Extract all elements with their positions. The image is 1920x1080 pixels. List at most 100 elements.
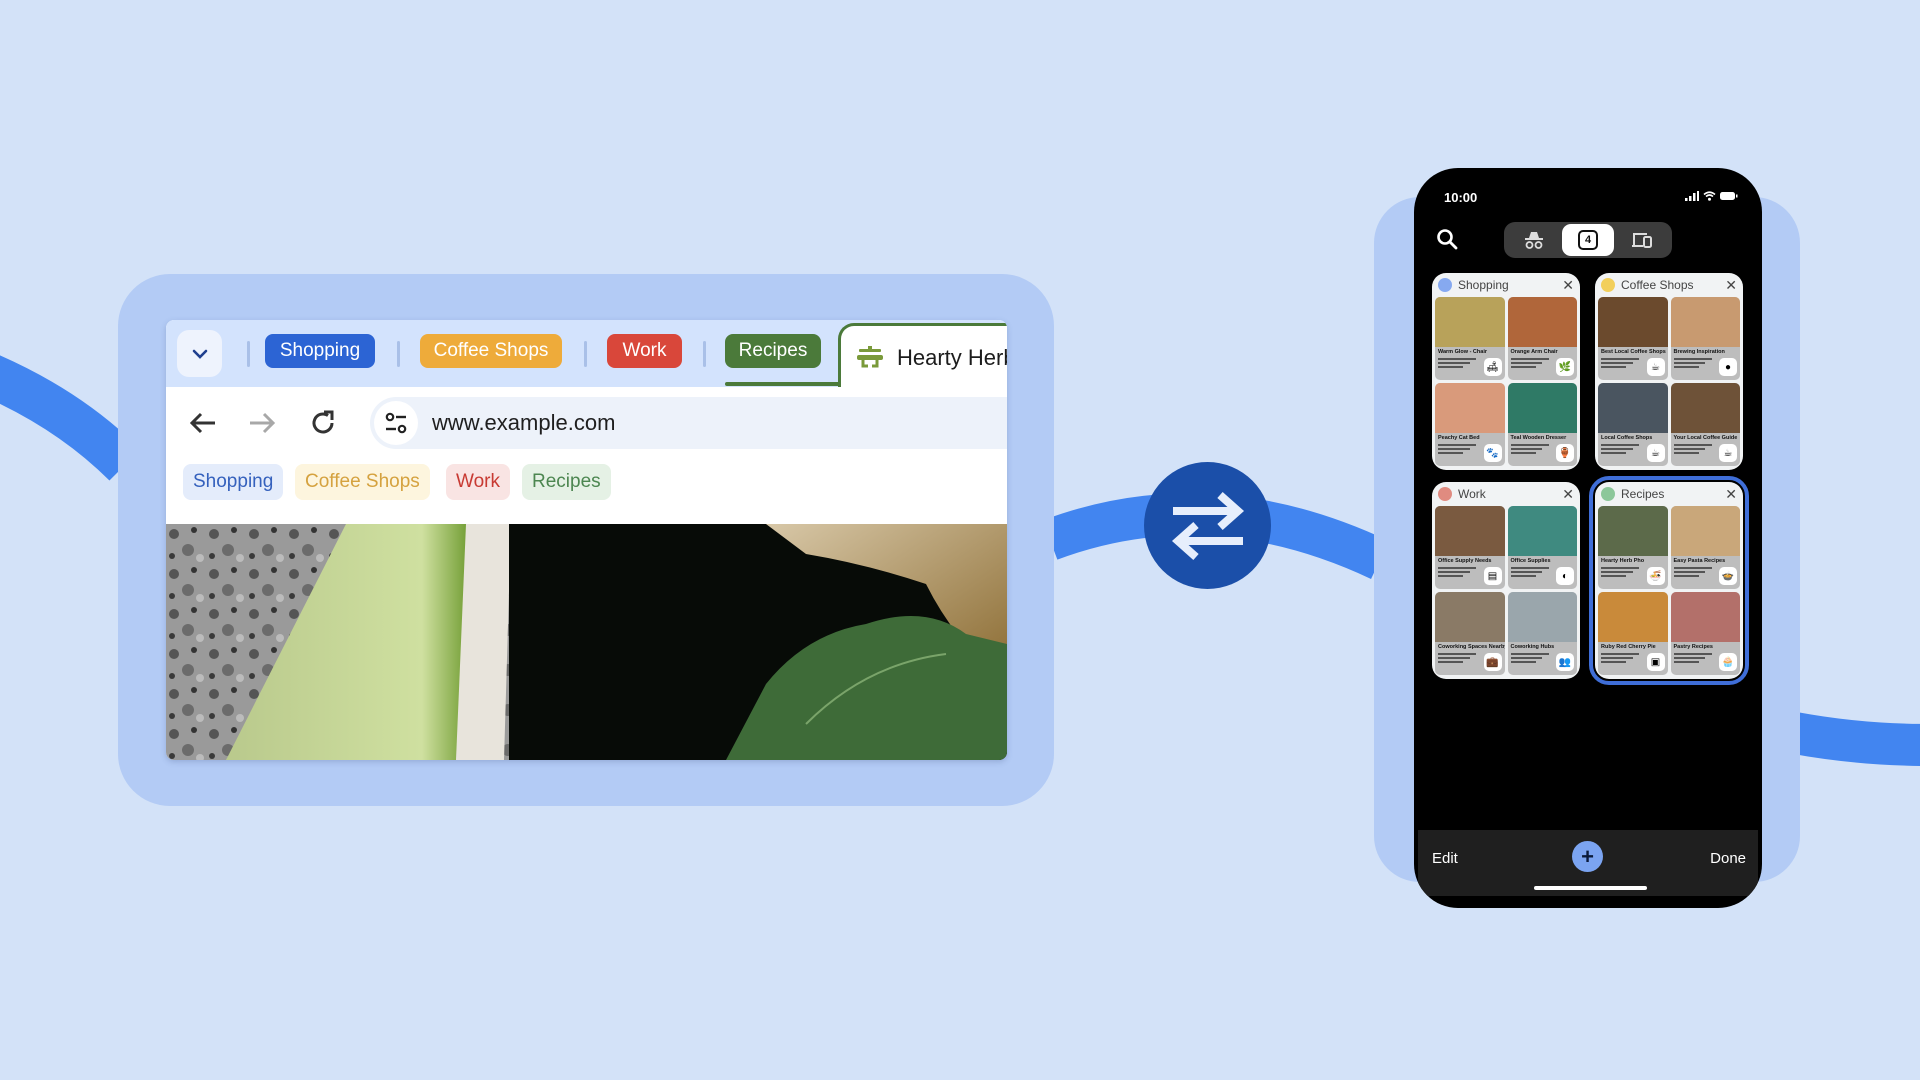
tab-thumbnail[interactable]: Warm Glow - Chair 🛋 [1435, 297, 1505, 380]
tab-preview-image [1507, 383, 1577, 433]
incognito-tabs-segment[interactable] [1508, 224, 1560, 256]
site-settings-button[interactable] [374, 401, 418, 445]
tab-title: Office Supply Needs [1438, 558, 1492, 564]
devices-icon [1632, 233, 1652, 248]
tab-favicon-icon: 🧁 [1719, 653, 1737, 671]
tab-favicon-icon: ▣ [1646, 653, 1665, 671]
tab-title: Brewing Inspiration [1673, 349, 1725, 355]
tab-separator [584, 341, 587, 367]
tab-thumbnail[interactable]: Coworking Spaces Nearby 💼 [1435, 592, 1505, 675]
tab-favicon-icon: 🌿 [1556, 358, 1574, 376]
tab-group-work[interactable]: Work [607, 334, 682, 368]
plus-icon: + [1581, 843, 1594, 869]
url-text: www.example.com [432, 410, 616, 435]
tab-thumbnail[interactable]: Peachy Cat Bed 🐾 [1435, 383, 1505, 466]
tab-thumbnail[interactable]: Brewing Inspiration ● [1670, 297, 1740, 380]
reload-icon [312, 410, 334, 434]
regular-tabs-segment[interactable]: 4 [1562, 224, 1614, 256]
card-header: Recipes ✕ [1595, 482, 1743, 506]
address-bar[interactable]: www.example.com [370, 397, 1007, 449]
tab-search-dropdown-button[interactable] [177, 330, 222, 377]
desktop-browser-window: Shopping Coffee Shops Work Recipes Heart… [166, 320, 1007, 760]
close-icon: ✕ [1725, 486, 1737, 502]
tab-favicon-icon: 💼 [1483, 653, 1502, 671]
tab-group-card[interactable]: Recipes ✕ Hearty Herb Pho 🍜 Easy Pasta Recip… [1589, 476, 1749, 685]
tab-title: Warm Glow - Chair [1438, 349, 1487, 355]
tab-thumbnail[interactable]: Orange Arm Chair 🌿 [1507, 297, 1577, 380]
tab-group-recipes[interactable]: Recipes [725, 334, 821, 368]
group-name: Recipes [1621, 487, 1665, 501]
sync-swap-button [1144, 462, 1271, 589]
tab-thumbnail[interactable]: Office Supply Needs ▤ [1435, 506, 1505, 589]
group-name: Work [1458, 487, 1486, 501]
search-tabs-button[interactable] [1436, 228, 1460, 252]
group-color-dot [1438, 487, 1452, 501]
tab-thumbnail[interactable]: Pastry Recipes 🧁 [1670, 592, 1740, 675]
browser-toolbar: www.example.com [166, 387, 1007, 457]
tab-thumbnails: Best Local Coffee Shops ☕ Brewing Inspirat… [1595, 297, 1743, 466]
tab-thumbnail[interactable]: Office Supplies ◐ [1507, 506, 1577, 589]
tab-group-coffee-shops[interactable]: Coffee Shops [420, 334, 562, 368]
active-tab-title: Hearty Herb [897, 345, 1007, 370]
tab-thumbnails: Warm Glow - Chair 🛋 Orange Arm Chair 🌿 Peach… [1432, 297, 1580, 466]
tab-title: Hearty Herb Pho [1601, 558, 1645, 564]
close-group-button[interactable]: ✕ [1725, 487, 1737, 501]
back-arrow-icon [189, 412, 215, 434]
group-name: Coffee Shops [1621, 278, 1694, 292]
tab-preview-image [1507, 297, 1577, 347]
recipes-group-underline [725, 382, 840, 386]
incognito-icon [1525, 232, 1543, 249]
tab-thumbnail[interactable]: Easy Pasta Recipes 🍲 [1670, 506, 1740, 589]
forward-arrow-icon [250, 412, 276, 434]
tab-thumbnail[interactable]: Teal Wooden Dresser 🏺 [1507, 383, 1577, 466]
tab-thumbnails: Hearty Herb Pho 🍜 Easy Pasta Recipes 🍲 Ruby … [1595, 506, 1743, 675]
close-icon: ✕ [1562, 277, 1574, 293]
other-devices-segment[interactable] [1616, 224, 1668, 256]
tab-preview-image [1670, 506, 1740, 556]
tab-preview-image [1435, 297, 1505, 347]
tab-favicon-icon: 🏺 [1556, 444, 1574, 462]
tab-group-shopping[interactable]: Shopping [265, 334, 375, 368]
edit-button[interactable]: Edit [1432, 850, 1458, 867]
tab-count-badge: 4 [1578, 230, 1598, 250]
tab-title: Your Local Coffee Guide [1673, 435, 1738, 441]
close-group-button[interactable]: ✕ [1725, 278, 1737, 292]
tab-favicon-icon: 🛋 [1483, 358, 1502, 376]
bookmark-group-recipes[interactable]: Recipes [522, 464, 611, 500]
tab-thumbnail[interactable]: Ruby Red Cherry Pie ▣ [1598, 592, 1668, 675]
tab-group-card[interactable]: Work ✕ Office Supply Needs ▤ Office Supplies… [1432, 482, 1580, 679]
bookmark-group-coffee-shops[interactable]: Coffee Shops [295, 464, 430, 500]
reload-button[interactable] [306, 406, 340, 440]
tab-thumbnail[interactable]: Local Coffee Shops ☕ [1598, 383, 1668, 466]
battery-icon [1720, 192, 1738, 200]
tab-title: Coworking Hubs [1510, 644, 1555, 650]
tab-favicon-icon: ☕ [1646, 358, 1665, 376]
tab-preview-image [1670, 592, 1740, 642]
tab-favicon-icon: ☕ [1646, 444, 1665, 462]
tab-favicon-icon: 🍲 [1719, 567, 1737, 585]
chevron-down-icon [192, 349, 207, 359]
search-icon [1437, 229, 1458, 250]
back-button[interactable] [186, 406, 220, 440]
status-icons [1685, 191, 1738, 201]
bookmark-group-work[interactable]: Work [446, 464, 510, 500]
active-tab[interactable]: Hearty Herb [838, 323, 1007, 390]
tab-thumbnail[interactable]: Hearty Herb Pho 🍜 [1598, 506, 1668, 589]
close-group-button[interactable]: ✕ [1562, 487, 1574, 501]
tab-thumbnail[interactable]: Best Local Coffee Shops ☕ [1598, 297, 1668, 380]
done-button[interactable]: Done [1710, 850, 1746, 867]
tab-title: Ruby Red Cherry Pie [1601, 644, 1656, 650]
bookmark-group-shopping[interactable]: Shopping [183, 464, 284, 500]
close-group-button[interactable]: ✕ [1562, 278, 1574, 292]
tab-group-card[interactable]: Coffee Shops ✕ Best Local Coffee Shops ☕ Bre… [1595, 273, 1743, 470]
new-tab-button[interactable]: + [1572, 841, 1603, 872]
tab-preview-image [1435, 592, 1505, 642]
tab-title: Peachy Cat Bed [1438, 435, 1480, 441]
wifi-icon [1703, 191, 1716, 201]
tab-thumbnail[interactable]: Your Local Coffee Guide ☕ [1670, 383, 1740, 466]
status-time: 10:00 [1444, 190, 1478, 205]
tab-favicon-icon: 👥 [1556, 653, 1574, 671]
tab-group-card[interactable]: Shopping ✕ Warm Glow - Chair 🛋 Orange Arm Ch… [1432, 273, 1580, 470]
tab-thumbnail[interactable]: Coworking Hubs 👥 [1507, 592, 1577, 675]
forward-button[interactable] [245, 406, 279, 440]
